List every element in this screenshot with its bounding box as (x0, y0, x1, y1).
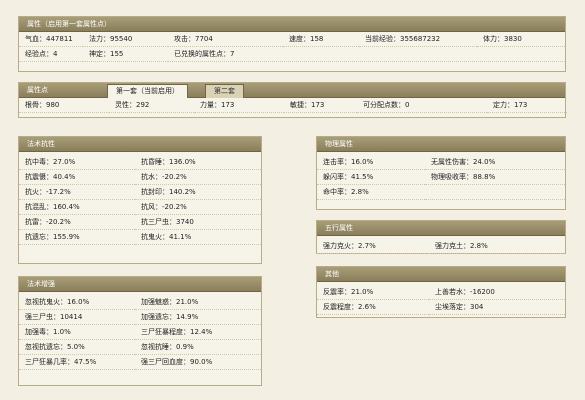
boost-stat: 忽视抗鬼火：16.0% (19, 295, 135, 310)
resist-stat: 抗封印：140.2% (135, 185, 261, 200)
lingxing-value: 灵性：292 (109, 98, 194, 113)
attributes-panel: 属性（启用第一套属性点） 气血：447811 法力：95540 攻击：7704 … (18, 16, 566, 72)
mana-value: 法力：95540 (83, 32, 168, 47)
resist-stat: 抗混乱：160.4% (19, 200, 135, 215)
agility-value: 敏捷：173 (284, 98, 357, 113)
attributes-panel-title: 属性（启用第一套属性点） (19, 17, 565, 32)
exp-points-value: 经验点：4 (19, 47, 83, 62)
boost-stat: 强三尸虫：10414 (19, 310, 135, 325)
physical-stat: 无属性伤害：24.0% (425, 155, 565, 170)
resist-stat: 抗火：-17.2% (19, 185, 135, 200)
magic-resist-title: 法术抗性 (19, 137, 261, 152)
resist-stat: 抗鬼火：41.1% (135, 230, 261, 245)
exchanged-points-value: 已兑换的属性点：7 (168, 47, 565, 62)
attribute-points-header: 属性点 第一套（当前启用） 第二套 (19, 83, 565, 98)
resist-stat: 抗雷：-20.2% (19, 215, 135, 230)
resist-stat: 抗三尸虫：3740 (135, 215, 261, 230)
boost-stat: 加强毒：1.0% (19, 325, 135, 340)
other-stat: 反震率：21.0% (317, 285, 429, 300)
attribute-points-panel: 属性点 第一套（当前启用） 第二套 根骨：980 灵性：292 力量：173 敏… (18, 82, 567, 118)
boost-stat: 三尸狂暴几率：47.5% (19, 355, 135, 370)
shending-value: 神定：155 (83, 47, 168, 62)
hp-value: 气血：447811 (19, 32, 83, 47)
resist-stat: 抗水：-20.2% (135, 170, 261, 185)
wuxing-stat: 强力克火：2.7% (317, 239, 429, 254)
boost-stat: 强三尸回血度：90.0% (135, 355, 261, 370)
boost-stat: 三尸狂暴程度：12.4% (135, 325, 261, 340)
boost-stat: 忽视抗遗忘：5.0% (19, 340, 135, 355)
resist-stat: 抗震慑：40.4% (19, 170, 135, 185)
stamina-value: 体力：3830 (477, 32, 565, 47)
boost-stat: 加强魅惑：21.0% (135, 295, 261, 310)
boost-stat: 忽视抗睡：0.9% (135, 340, 261, 355)
resist-stat: 抗中毒：27.0% (19, 155, 135, 170)
physical-stat (425, 185, 565, 200)
magic-resist-panel: 法术抗性 抗中毒：27.0% 抗昏睡：136.0% 抗震慑：40.4% 抗水：-… (18, 136, 262, 264)
resist-stat: 抗遗忘：155.9% (19, 230, 135, 245)
attribute-points-title: 属性点 (27, 86, 48, 94)
gengu-value: 根骨：980 (19, 98, 109, 113)
magic-boost-title: 法术增强 (19, 277, 261, 292)
other-stat: 尘埃落定：304 (429, 300, 565, 315)
boost-stat: 加强遗忘：14.9% (135, 310, 261, 325)
other-stat: 上善若水：-16200 (429, 285, 565, 300)
wuxing-panel: 五行属性 强力克火：2.7% 强力克土：2.8% (316, 220, 566, 254)
physical-stat: 命中率：2.8% (317, 185, 425, 200)
other-panel: 其他 反震率：21.0% 上善若水：-16200 反震程度：2.6% 尘埃落定：… (316, 266, 566, 318)
physical-stat: 躲闪率：41.5% (317, 170, 425, 185)
attack-value: 攻击：7704 (168, 32, 283, 47)
physical-stat: 连击率：16.0% (317, 155, 425, 170)
physical-stat: 物理吸收率：88.8% (425, 170, 565, 185)
physical-panel: 物理属性 连击率：16.0% 无属性伤害：24.0% 躲闪率：41.5% 物理吸… (316, 136, 566, 210)
resist-stat: 抗昏睡：136.0% (135, 155, 261, 170)
tab-set-one[interactable]: 第一套（当前启用） (107, 84, 188, 98)
other-stat: 反震程度：2.6% (317, 300, 429, 315)
dingli-value: 定力：173 (487, 98, 567, 113)
resist-stat: 抗风：-20.2% (135, 200, 261, 215)
current-exp-value: 当前经验：355687232 (359, 32, 477, 47)
magic-boost-panel: 法术增强 忽视抗鬼火：16.0% 加强魅惑：21.0% 强三尸虫：10414 加… (18, 276, 262, 386)
wuxing-title: 五行属性 (317, 221, 565, 236)
assignable-points-value: 可分配点数：0 (357, 98, 487, 113)
physical-title: 物理属性 (317, 137, 565, 152)
wuxing-stat: 强力克土：2.8% (429, 239, 565, 254)
tab-set-two[interactable]: 第二套 (205, 84, 244, 98)
strength-value: 力量：173 (194, 98, 284, 113)
speed-value: 速度：158 (283, 32, 359, 47)
other-title: 其他 (317, 267, 565, 282)
